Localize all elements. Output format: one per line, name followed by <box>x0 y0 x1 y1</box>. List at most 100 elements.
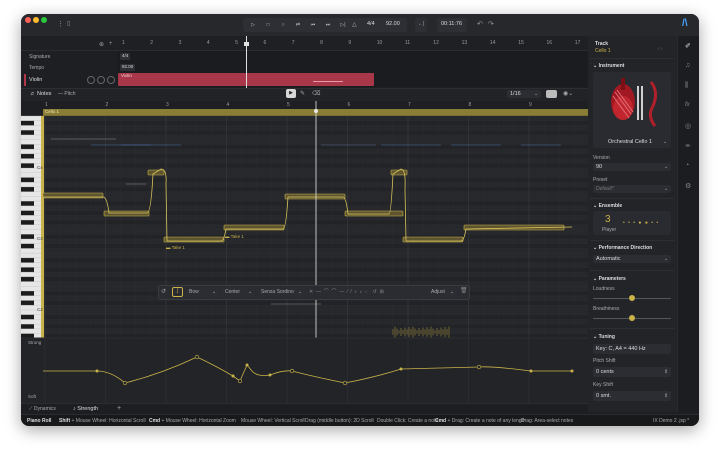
lane-bottom-label: Soft <box>28 394 37 399</box>
piano-black-key <box>21 300 34 306</box>
piano-label-c4: C4 <box>37 165 43 170</box>
strength-point <box>231 374 235 378</box>
add-lane-button[interactable]: + <box>117 405 121 412</box>
settings-icon[interactable]: ✐ <box>685 42 691 50</box>
status-hint: Drag (middle button): 2D Scroll <box>305 418 374 424</box>
clip-left-edge <box>41 116 44 350</box>
strength-point <box>237 378 243 384</box>
pitch-shift-label: Pitch Shift <box>593 358 616 364</box>
piano-black-key <box>21 324 34 329</box>
loudness-knob[interactable] <box>629 295 635 301</box>
mixer-icon[interactable]: ⫼ <box>685 82 688 90</box>
player-label: Player <box>602 227 617 233</box>
pitch-shift-field[interactable]: 0 cents ⇕ <box>593 367 671 377</box>
strength-point <box>342 380 348 386</box>
strength-point <box>399 367 403 371</box>
piano-black-key <box>21 276 34 282</box>
performance-section-title[interactable]: ⌄ Performance Direction <box>593 245 652 251</box>
loudness-label: Loudness <box>593 286 615 292</box>
status-mode: Piano Roll <box>27 418 52 424</box>
key-shift-label: Key Shift <box>593 382 614 388</box>
strength-point <box>570 369 574 373</box>
piano-black-key <box>21 201 34 206</box>
version-select[interactable]: 90 ⌄ <box>593 163 671 171</box>
piano-black-key <box>21 130 34 135</box>
project-name: IX Demo 2 .jsp * <box>653 418 690 424</box>
bow-select[interactable]: Bow ⌄ <box>186 288 218 296</box>
version-label: Version <box>593 155 610 161</box>
delete-icon[interactable]: 🗑 <box>460 287 468 294</box>
eye-panel-icon[interactable]: ◎ <box>685 122 691 130</box>
grid-row-dark <box>43 257 588 263</box>
status-bar: Piano Roll Shift + Mouse Wheel: Horizont… <box>21 414 699 426</box>
piano-black-key <box>21 234 34 239</box>
grid-row-dark <box>43 276 588 282</box>
preset-select[interactable]: Default* ⌄ <box>593 185 671 193</box>
grid-row-dark <box>43 130 588 135</box>
articulation-icons[interactable]: ✕ — ⌒ ⌒ — ⁄ ⁄ ♪ ♪ ♩ ↺ ⊞ <box>309 288 384 295</box>
right-sidebar: ✐ ♫ ⫼ fx ◎ ⌯ ◔ ⚙ <box>677 36 699 412</box>
music-note-icon[interactable]: ♫ <box>685 62 690 69</box>
strength-point <box>476 364 482 370</box>
routing-icon[interactable]: ⌯ <box>685 142 691 150</box>
grid-row-dark <box>43 201 588 206</box>
track-name[interactable]: Cello 1 <box>595 48 611 54</box>
tab-dynamics[interactable]: ⟋ Dynamics <box>29 406 56 412</box>
note <box>284 193 346 200</box>
instrument-card[interactable]: Orchestral Cello 1 ⌄ <box>593 72 671 148</box>
strength-point <box>268 373 272 377</box>
breathiness-knob[interactable] <box>629 315 635 321</box>
cello-image <box>611 78 658 127</box>
status-hint: Drag: Area-select notes <box>521 418 574 424</box>
tuning-field[interactable]: Key: C, A4 = 440 Hz <box>593 344 671 354</box>
bow-icon[interactable]: ∫ <box>172 287 183 297</box>
inspector-panel: Track Cello 1 ‹ › ⌄ Instrument Orchestra… <box>588 36 677 412</box>
piano-black-key <box>21 153 34 159</box>
grid-row-dark <box>43 267 588 273</box>
piano-black-key <box>21 257 34 263</box>
strength-point <box>194 354 200 360</box>
tuning-section-title[interactable]: ⌄ Tuning <box>593 334 615 340</box>
strength-point <box>529 369 533 373</box>
piano-black-key <box>21 291 34 296</box>
adjust-select[interactable]: Adjust ⌄ <box>428 288 456 296</box>
performance-select[interactable]: Automatic ⌄ <box>593 255 671 263</box>
grid-row-dark <box>43 243 588 249</box>
player-count: 3 <box>605 214 611 225</box>
status-hint: Double Click: Create a note <box>377 418 439 424</box>
strength-point <box>289 368 295 374</box>
key-shift-field[interactable]: 0 smt. ⇕ <box>593 391 671 401</box>
tab-strength[interactable]: ♪ Strength <box>73 406 98 412</box>
status-hint: Cmd + Drag: Create a note of any length <box>435 418 526 424</box>
loop-note-icon[interactable]: ↺ <box>161 288 166 295</box>
grid-row-dark <box>43 314 588 320</box>
ensemble-section-title[interactable]: ⌄ Ensemble <box>593 203 622 209</box>
grid-row-dark <box>43 324 588 329</box>
gear-icon[interactable]: ⚙ <box>685 182 691 190</box>
parameters-section-title[interactable]: ⌄ Parameters <box>593 276 626 282</box>
technique-select[interactable]: Senza Sordino ⌄ <box>258 288 304 296</box>
instrument-chevron-icon: ⌄ <box>663 139 668 145</box>
meter-icon[interactable]: ◔ <box>685 162 689 169</box>
note <box>103 210 150 217</box>
piano-label-c2: C2 <box>37 307 43 312</box>
instrument-section-title[interactable]: ⌄ Instrument <box>593 63 624 69</box>
piano-black-key <box>21 314 34 320</box>
piano-black-key <box>21 220 34 225</box>
take-label-1: ▬ Take 1 <box>166 245 185 250</box>
status-hint: Shift + Mouse Wheel: Horizontal Scroll <box>59 418 146 424</box>
piano-black-key <box>21 267 34 273</box>
strength-point <box>95 369 99 373</box>
grid-row-dark <box>43 234 588 239</box>
track-section-title: Track <box>595 41 609 47</box>
instrument-name[interactable]: Orchestral Cello 1 <box>608 139 652 145</box>
ensemble-card[interactable]: 3 Player • • • ● ● • • <box>593 211 671 235</box>
piano-black-key <box>21 186 34 192</box>
player-dots[interactable]: • • • ● ● • • <box>623 220 659 226</box>
track-nav-icon[interactable]: ‹ › <box>658 46 663 52</box>
grid-row-dark <box>43 220 588 225</box>
breathiness-label: Breathiness <box>593 306 620 312</box>
piano-black-key <box>21 144 34 150</box>
position-select[interactable]: Center ⌄ <box>222 288 254 296</box>
fx-icon[interactable]: fx <box>685 102 690 108</box>
